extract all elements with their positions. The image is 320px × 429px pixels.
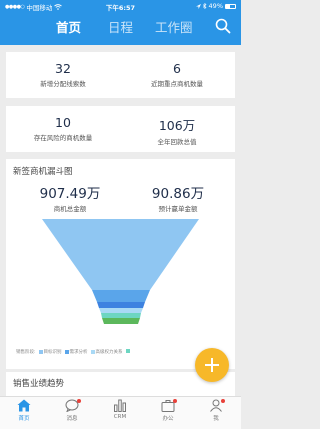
notification-dot — [221, 399, 225, 403]
legend-item — [125, 349, 131, 355]
funnel-legend: 销售阶段: 目标识别 需求分析 高级权力关系 — [16, 349, 131, 355]
nav-me[interactable]: 我 — [196, 399, 236, 422]
funnel-stage-1 — [42, 219, 199, 290]
nav-office[interactable]: 办公 — [148, 399, 188, 422]
app-header: ●●●●○ 中国移动 下午6:57 49% 首页 日程 工作圈 — [0, 0, 241, 45]
tab-home[interactable]: 首页 — [56, 17, 81, 36]
battery-percent: 49% — [208, 2, 223, 10]
nav-home[interactable]: 首页 — [4, 399, 44, 422]
location-icon — [195, 3, 201, 9]
stats-card-top: 32 新增分配线索数 6 近期重点商机数量 — [6, 52, 235, 98]
top-tabs: 首页 日程 工作圈 — [0, 17, 241, 39]
plus-icon — [205, 358, 219, 372]
legend-item: 高级权力关系 — [90, 349, 123, 355]
bottom-nav: 首页 消息 CRM 办公 我 — [0, 396, 241, 429]
funnel-chart[interactable] — [6, 159, 235, 329]
funnel-card[interactable]: 新签商机漏斗图 907.49万 商机总金额 90.86万 预计赢单金额 销售阶段… — [6, 159, 235, 369]
funnel-stage-6 — [102, 318, 140, 324]
home-icon — [17, 399, 31, 412]
tab-work-circle[interactable]: 工作圈 — [155, 17, 193, 36]
nav-crm[interactable]: CRM — [100, 399, 140, 420]
stat-annual-collection[interactable]: 106万 全年回款总值 — [122, 115, 232, 146]
battery-icon — [225, 3, 236, 9]
nav-messages[interactable]: 消息 — [52, 399, 92, 422]
search-icon[interactable] — [215, 18, 231, 34]
funnel-stage-5 — [101, 313, 141, 318]
notification-dot — [77, 399, 81, 403]
stat-new-leads[interactable]: 32 新增分配线索数 — [8, 61, 118, 88]
status-bar: ●●●●○ 中国移动 下午6:57 49% — [0, 0, 241, 12]
sales-trend-title: 销售业绩趋势 — [13, 379, 65, 389]
funnel-stage-4 — [99, 308, 143, 313]
tab-schedule[interactable]: 日程 — [108, 17, 133, 36]
stat-risky-opportunities[interactable]: 10 存在风险的商机数量 — [8, 115, 118, 142]
add-button[interactable] — [195, 348, 229, 382]
legend-item: 需求分析 — [64, 349, 88, 355]
crm-chart-icon — [114, 399, 126, 412]
funnel-stage-3 — [97, 302, 145, 308]
stat-key-opportunities[interactable]: 6 近期重点商机数量 — [122, 61, 232, 88]
stats-card-mid: 10 存在风险的商机数量 106万 全年回款总值 — [6, 106, 235, 152]
notification-dot — [173, 399, 177, 403]
funnel-stage-2 — [92, 290, 150, 302]
legend-item: 目标识别 — [38, 349, 62, 355]
bluetooth-icon — [202, 3, 206, 9]
